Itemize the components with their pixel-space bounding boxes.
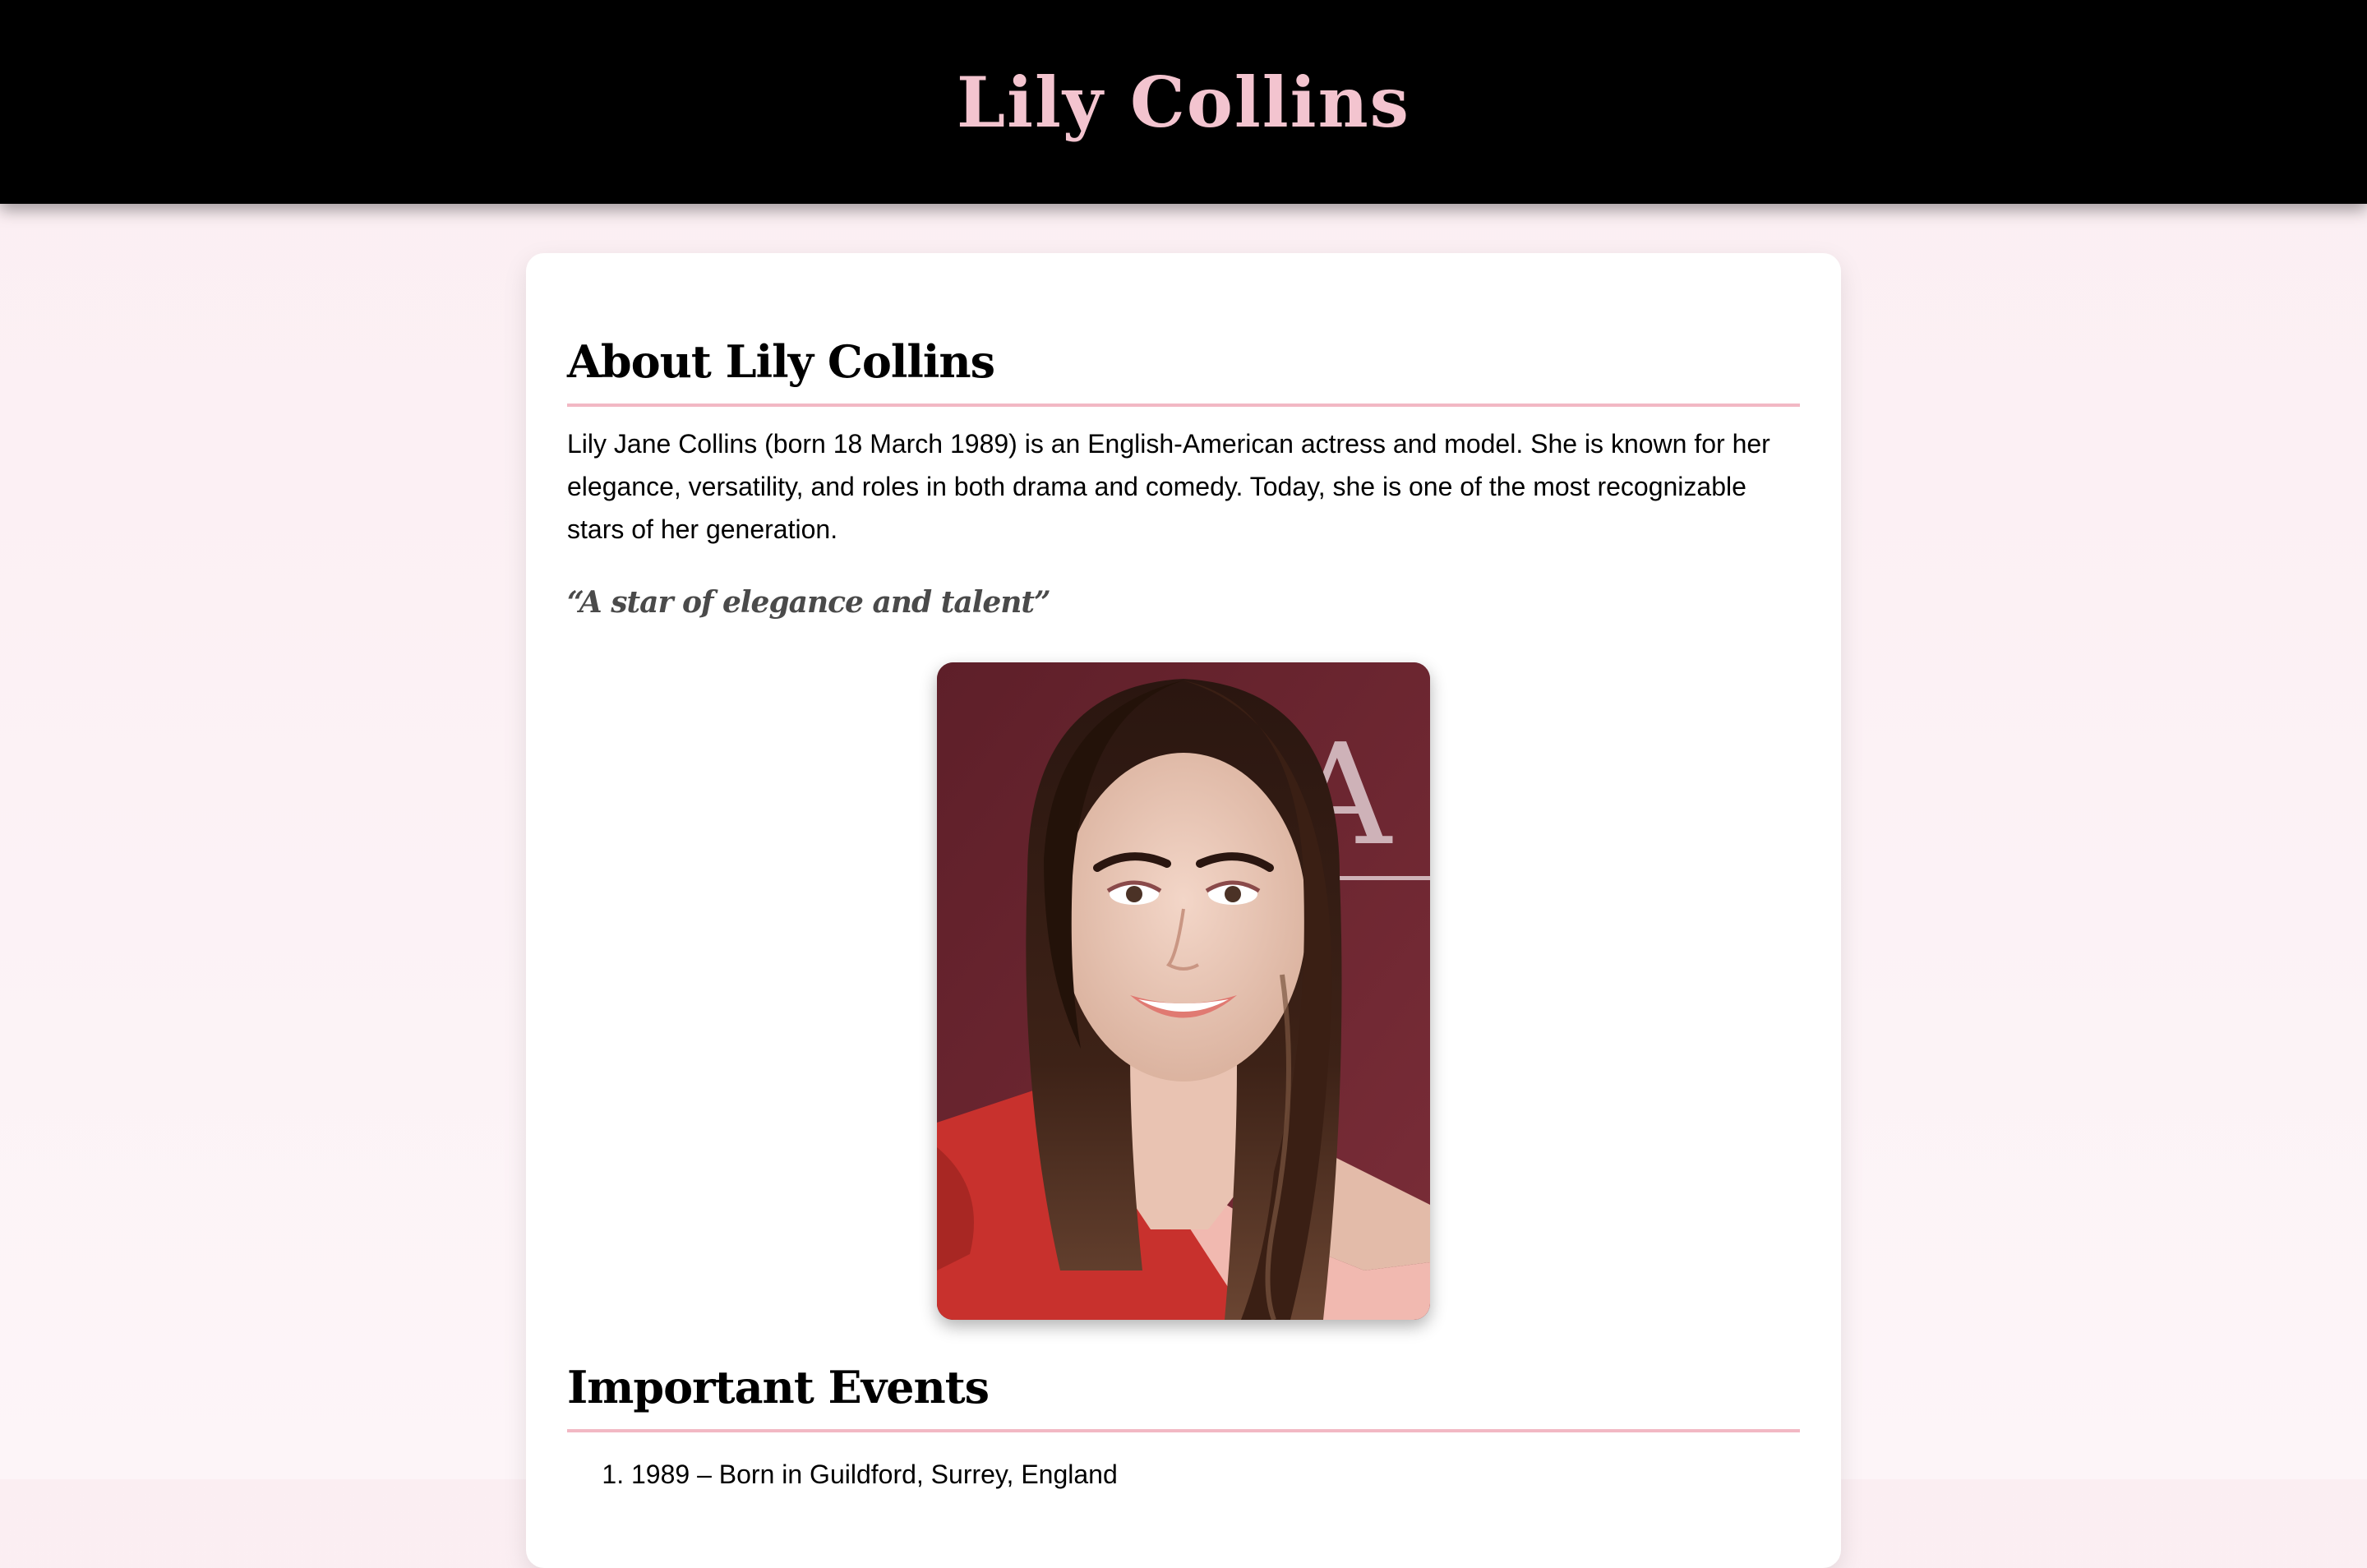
tagline-quote: “A star of elegance and talent” bbox=[567, 585, 1051, 620]
events-heading: Important Events bbox=[567, 1361, 990, 1414]
portrait-image: A bbox=[937, 662, 1430, 1320]
bio-paragraph: Lily Jane Collins (born 18 March 1989) i… bbox=[567, 429, 1770, 544]
list-item: 1989 – Born in Guildford, Surrey, Englan… bbox=[631, 1453, 1793, 1496]
site-title: Lily Collins bbox=[957, 61, 1410, 143]
site-header: Lily Collins bbox=[0, 0, 2367, 204]
about-heading: About Lily Collins bbox=[567, 335, 995, 388]
events-divider bbox=[567, 1429, 1800, 1432]
about-divider bbox=[567, 404, 1800, 407]
content-card: About Lily Collins Lily Jane Collins (bo… bbox=[526, 253, 1841, 1568]
events-list: 1989 – Born in Guildford, Surrey, Englan… bbox=[602, 1453, 1793, 1496]
